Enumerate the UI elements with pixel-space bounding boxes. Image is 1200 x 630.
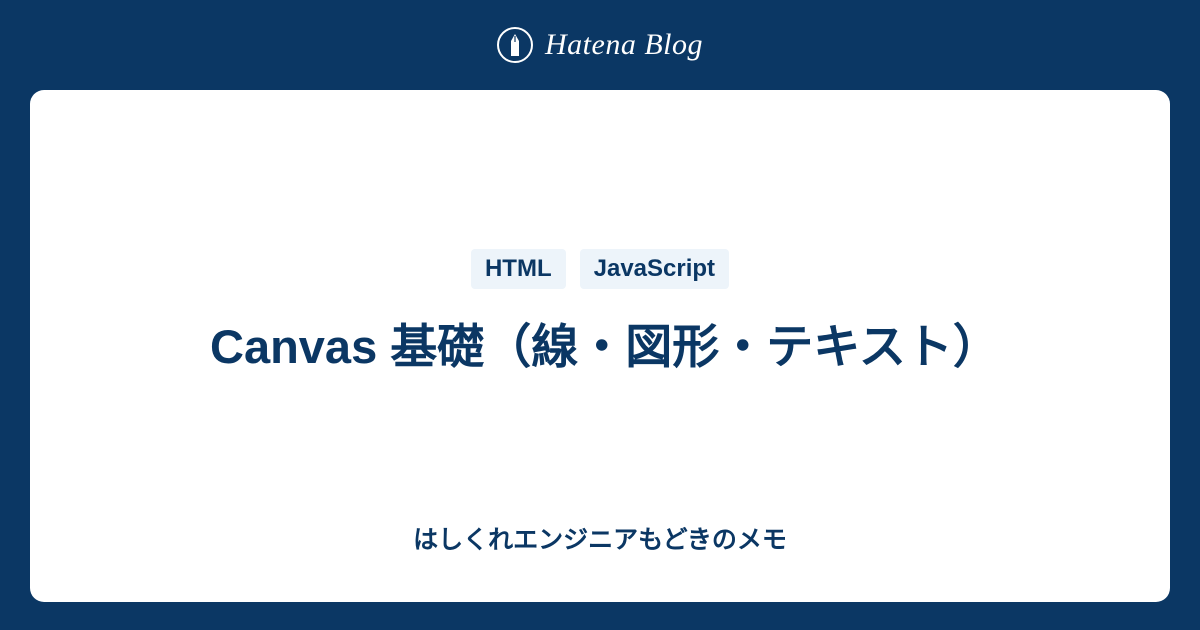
article-card: HTML JavaScript Canvas 基礎（線・図形・テキスト） はしく… <box>30 90 1170 602</box>
tag-javascript[interactable]: JavaScript <box>580 249 729 289</box>
pen-icon <box>508 34 522 56</box>
tag-list: HTML JavaScript <box>471 249 729 289</box>
brand-name: Hatena Blog <box>545 28 703 62</box>
header: Hatena Blog <box>0 0 1200 90</box>
tag-html[interactable]: HTML <box>471 249 566 289</box>
hatena-pen-icon <box>497 27 533 63</box>
article-title: Canvas 基礎（線・図形・テキスト） <box>210 311 990 384</box>
blog-name: はしくれエンジニアもどきのメモ <box>413 520 787 556</box>
